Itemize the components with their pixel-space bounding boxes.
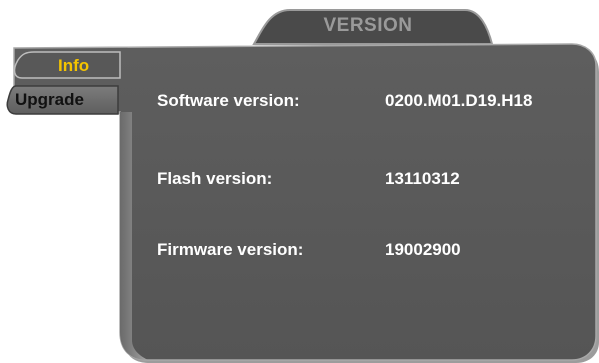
flash-version-row: Flash version: 13110312	[0, 169, 599, 199]
software-version-value: 0200.M01.D19.H18	[385, 91, 533, 110]
window-title: VERSION	[323, 15, 413, 36]
firmware-version-row: Firmware version: 19002900	[0, 240, 599, 270]
flash-version-label: Flash version:	[157, 169, 273, 188]
version-dialog: VERSION Info Upgrade Software version: 0…	[0, 0, 599, 363]
tab-info-label: Info	[58, 56, 90, 75]
firmware-version-value: 19002900	[385, 240, 461, 259]
software-version-row: Software version: 0200.M01.D19.H18	[0, 91, 599, 121]
software-version-label: Software version:	[157, 91, 300, 110]
flash-version-value: 13110312	[385, 169, 460, 188]
tab-info[interactable]: Info	[22, 55, 112, 77]
firmware-version-label: Firmware version:	[157, 240, 304, 259]
